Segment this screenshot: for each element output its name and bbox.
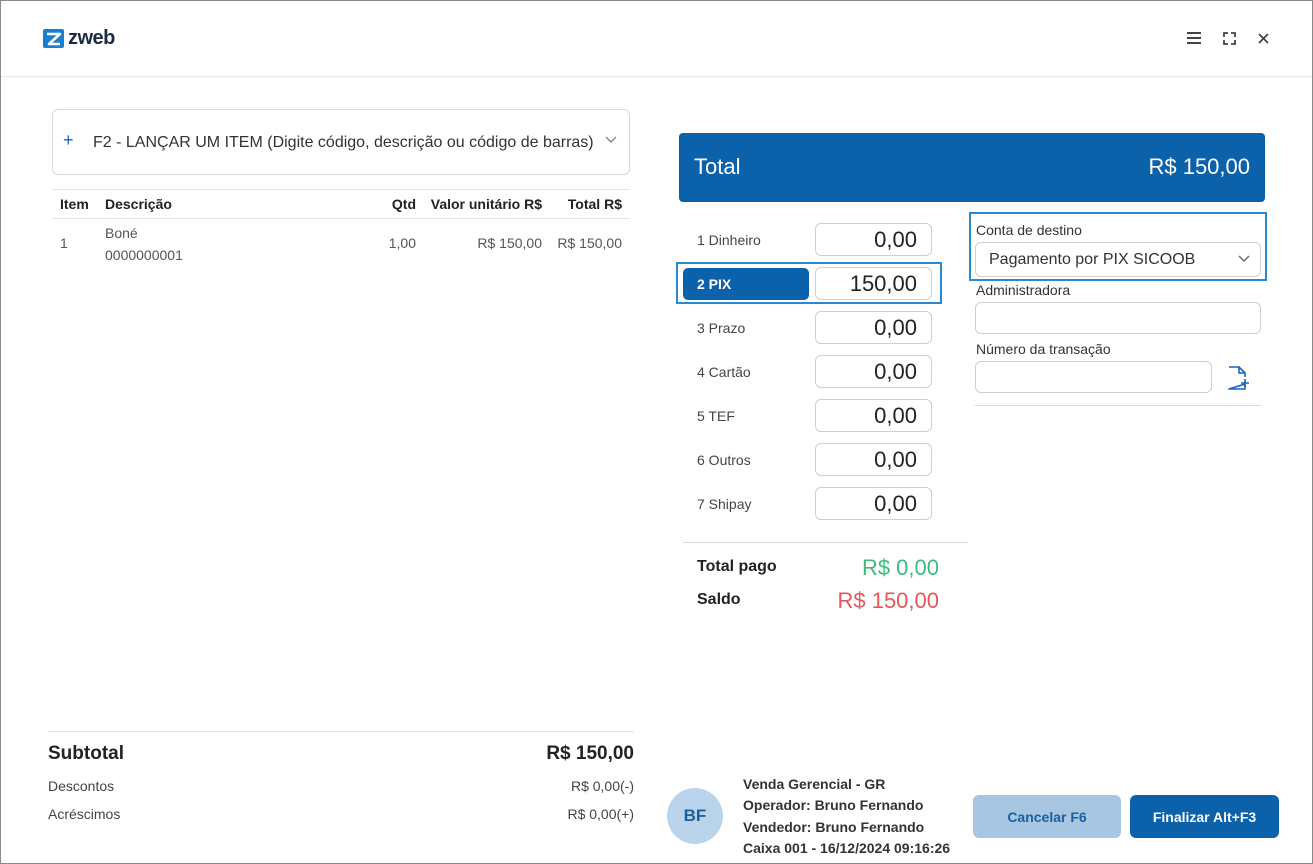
item-search-placeholder: F2 - LANÇAR UM ITEM (Digite código, desc… (93, 134, 594, 151)
logo-text: zweb (68, 27, 115, 49)
sale-summary: Subtotal R$ 150,00 Descontos R$ 0,00(-) … (48, 731, 634, 824)
payment-method-label[interactable]: 5 TEF (697, 408, 735, 424)
active-payment-highlight (676, 262, 942, 304)
fullscreen-button[interactable] (1218, 27, 1240, 49)
close-icon (1257, 32, 1269, 44)
payment-amount-field[interactable]: 0,00 (815, 487, 932, 520)
cancel-button[interactable]: Cancelar F6 (973, 795, 1121, 838)
payment-method-row[interactable]: 1 Dinheiro 0,00 (683, 223, 933, 257)
payment-amount-field[interactable]: 0,00 (815, 399, 932, 432)
subtotal-row: Subtotal R$ 150,00 (48, 732, 634, 768)
subtotal-label: Subtotal (48, 743, 124, 764)
payment-amount-field[interactable]: 0,00 (815, 223, 932, 256)
administrator-label: Administradora (976, 282, 1071, 298)
total-banner: Total R$ 150,00 (679, 133, 1265, 202)
total-paid-label: Total pago (697, 558, 777, 575)
payment-method-label[interactable]: 1 Dinheiro (697, 232, 761, 248)
total-label: Total (694, 154, 741, 179)
column-item: Item (60, 196, 89, 212)
chevron-down-icon (1238, 255, 1250, 262)
payment-divider (683, 542, 968, 543)
items-table: Item Descrição Qtd Valor unitário R$ Tot… (52, 189, 630, 269)
column-description: Descrição (105, 196, 172, 212)
menu-button[interactable] (1183, 27, 1205, 49)
column-unit-price: Valor unitário R$ (430, 196, 542, 212)
column-qty: Qtd (391, 196, 416, 212)
additions-value: R$ 0,00(+) (567, 806, 634, 822)
finish-button[interactable]: Finalizar Alt+F3 (1130, 795, 1279, 838)
add-document-icon[interactable] (1226, 365, 1250, 391)
table-row[interactable]: 1 Boné 0000000001 1,00 R$ 150,00 R$ 150,… (52, 219, 630, 269)
administrator-field[interactable] (975, 302, 1261, 334)
payment-method-label[interactable]: 4 Cartão (697, 364, 751, 380)
payment-method-label[interactable]: 6 Outros (697, 452, 751, 468)
fullscreen-icon (1222, 31, 1236, 45)
subtotal-value: R$ 150,00 (546, 743, 634, 764)
row-qty: 1,00 (388, 235, 416, 251)
row-description: Boné (105, 225, 138, 241)
payment-method-row[interactable]: 4 Cartão 0,00 (683, 355, 933, 389)
close-button[interactable] (1252, 27, 1274, 49)
transaction-label: Número da transação (976, 341, 1111, 357)
total-value: R$ 150,00 (1148, 154, 1250, 179)
app-header: zweb (1, 1, 1312, 77)
discounts-label: Descontos (48, 778, 115, 794)
payment-method-label[interactable]: 3 Prazo (697, 320, 745, 336)
destination-value: Pagamento por PIX SICOOB (989, 251, 1196, 268)
destination-select[interactable]: Pagamento por PIX SICOOB (975, 242, 1261, 277)
table-header: Item Descrição Qtd Valor unitário R$ Tot… (52, 189, 630, 219)
discounts-row: Descontos R$ 0,00(-) (48, 768, 634, 796)
form-divider (975, 405, 1261, 406)
item-search-field[interactable]: + F2 - LANÇAR UM ITEM (Digite código, de… (52, 109, 630, 175)
row-total: R$ 150,00 (557, 235, 622, 251)
payment-method-row[interactable]: 6 Outros 0,00 (683, 443, 933, 477)
sale-type: Venda Gerencial - GR (743, 776, 886, 792)
row-item-number: 1 (60, 235, 68, 251)
chevron-down-icon[interactable] (605, 136, 617, 144)
register-info: Caixa 001 - 16/12/2024 09:16:26 (743, 840, 951, 856)
operator-info: Operador: Bruno Fernando (743, 797, 924, 813)
total-paid-value: R$ 0,00 (861, 555, 939, 580)
additions-row: Acréscimos R$ 0,00(+) (48, 796, 634, 824)
balance-label: Saldo (697, 591, 741, 608)
additions-label: Acréscimos (48, 806, 121, 822)
balance-value: R$ 150,00 (837, 588, 939, 613)
row-unit-price: R$ 150,00 (477, 235, 542, 251)
payment-amount-field[interactable]: 0,00 (815, 311, 932, 344)
payment-method-row[interactable]: 3 Prazo 0,00 (683, 311, 933, 345)
menu-icon (1187, 32, 1201, 44)
app-logo: zweb (43, 27, 115, 50)
payment-method-row[interactable]: 7 Shipay 0,00 (683, 487, 933, 521)
destination-label: Conta de destino (976, 222, 1082, 238)
avatar: BF (667, 788, 723, 844)
payment-amount-field[interactable]: 0,00 (815, 355, 932, 388)
payment-amount-field[interactable]: 0,00 (815, 443, 932, 476)
payment-method-label[interactable]: 7 Shipay (697, 496, 751, 512)
discounts-value: R$ 0,00(-) (570, 778, 634, 794)
seller-info: Vendedor: Bruno Fernando (743, 819, 925, 835)
plus-icon: + (63, 130, 74, 150)
column-total: Total R$ (567, 196, 622, 212)
payment-method-row[interactable]: 5 TEF 0,00 (683, 399, 933, 433)
row-code: 0000000001 (105, 247, 183, 263)
transaction-field[interactable] (975, 361, 1212, 393)
logo-mark-icon (43, 29, 64, 48)
